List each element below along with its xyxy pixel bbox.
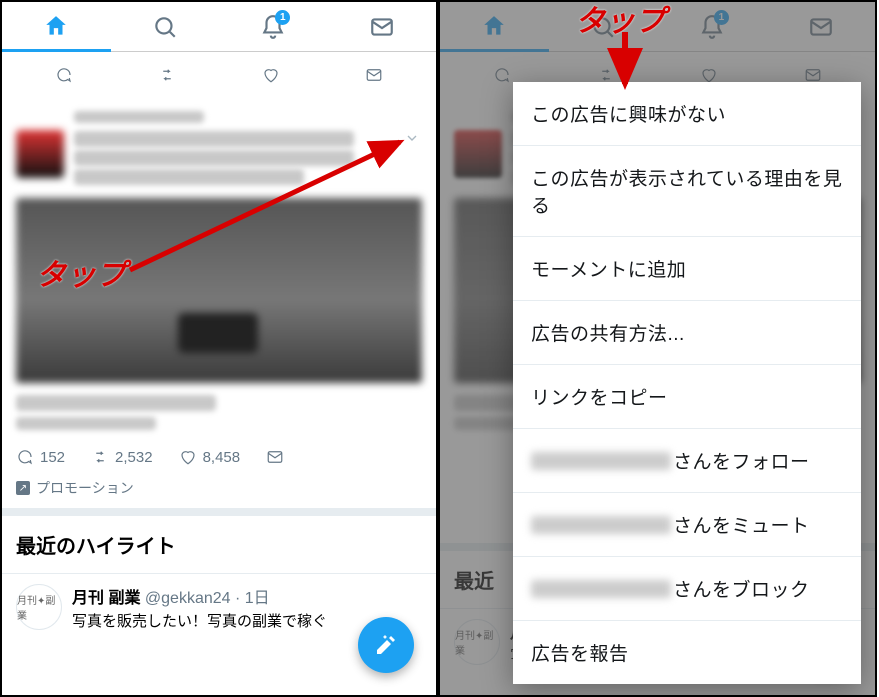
share-icon[interactable]: [365, 66, 383, 84]
home-icon[interactable]: [43, 14, 69, 40]
annotation-tap-right: タップ: [575, 0, 665, 40]
promoted-label: ↗ プロモーション: [16, 478, 422, 498]
reply-button[interactable]: 152: [16, 448, 65, 466]
messages-icon[interactable]: [369, 14, 395, 40]
like-count: 8,458: [203, 449, 241, 466]
menu-follow[interactable]: さんをフォロー: [513, 429, 861, 493]
account-name: 月刊 副業: [72, 590, 140, 607]
annotation-tap-left: タップ: [36, 250, 126, 294]
share-button[interactable]: [266, 448, 284, 466]
avatar[interactable]: 月刊✦副業: [16, 584, 62, 630]
tweet-menu-caret[interactable]: [404, 130, 420, 151]
menu-not-interested[interactable]: この広告に興味がない: [513, 82, 861, 146]
tweet-context-menu: この広告に興味がない この広告が表示されている理由を見る モーメントに追加 広告…: [513, 82, 861, 684]
promoted-tweet[interactable]: 152 2,532 8,458 ↗ プロモーション: [2, 98, 436, 508]
tweet-stats: 152 2,532 8,458: [16, 448, 422, 466]
account-handle: @gekkan24 · 1日: [145, 590, 270, 607]
menu-why-ad[interactable]: この広告が表示されている理由を見る: [513, 146, 861, 237]
tweet-text: 写真を販売したい！写真の副業で稼ぐ: [72, 610, 327, 631]
top-nav: 1: [2, 2, 436, 52]
like-button[interactable]: 8,458: [179, 448, 241, 466]
highlights-header: 最近のハイライト: [2, 516, 436, 574]
menu-block[interactable]: さんをブロック: [513, 557, 861, 621]
menu-copy-link[interactable]: リンクをコピー: [513, 365, 861, 429]
avatar[interactable]: [16, 130, 64, 178]
menu-add-moment[interactable]: モーメントに追加: [513, 237, 861, 301]
prev-tweet-actions: [2, 52, 436, 98]
menu-report-ad[interactable]: 広告を報告: [513, 621, 861, 684]
menu-share-method[interactable]: 広告の共有方法...: [513, 301, 861, 365]
menu-mute[interactable]: さんをミュート: [513, 493, 861, 557]
notifications-icon[interactable]: 1: [260, 14, 286, 40]
compose-fab[interactable]: [358, 617, 414, 673]
retweet-button[interactable]: 2,532: [91, 448, 153, 466]
promoted-icon: ↗: [16, 481, 30, 495]
reply-count: 152: [40, 449, 65, 466]
retweet-icon[interactable]: [158, 66, 176, 84]
search-icon[interactable]: [152, 14, 178, 40]
like-icon[interactable]: [262, 66, 280, 84]
reply-icon[interactable]: [55, 66, 73, 84]
retweet-count: 2,532: [115, 449, 153, 466]
notif-badge: 1: [275, 10, 290, 25]
